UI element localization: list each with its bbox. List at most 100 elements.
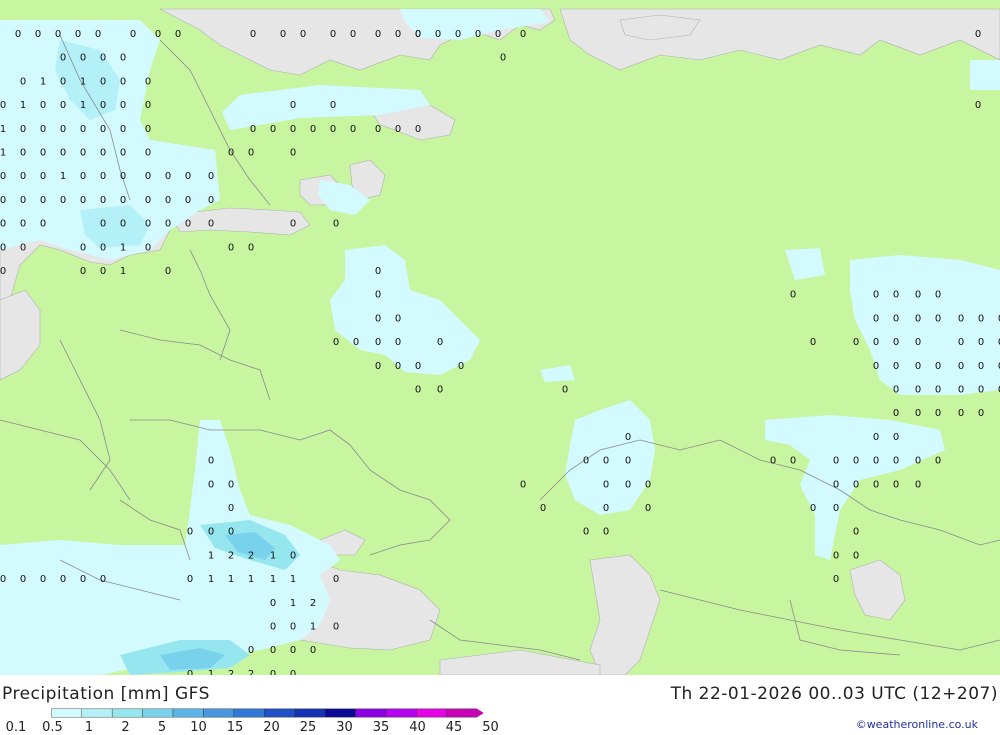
legend-swatch xyxy=(172,708,204,718)
precip-value: 0 xyxy=(145,219,151,230)
precip-value: 0 xyxy=(100,195,106,206)
precip-value: 0 xyxy=(893,456,899,467)
precip-value: 0 xyxy=(625,479,631,490)
precip-value: 0 xyxy=(120,76,126,87)
precip-value: 0 xyxy=(228,479,234,490)
precip-value: 0 xyxy=(120,171,126,182)
precip-value: 0 xyxy=(60,53,66,64)
legend-swatch xyxy=(355,708,387,718)
precip-value: 0 xyxy=(395,313,401,324)
precip-value: 0 xyxy=(833,479,839,490)
legend-swatch xyxy=(324,708,356,718)
precip-value: 0 xyxy=(603,503,609,514)
precip-value: 1 xyxy=(120,242,126,253)
precip-value: 0 xyxy=(120,219,126,230)
precip-value: 0 xyxy=(80,574,86,585)
precip-value: 0 xyxy=(250,124,256,135)
precip-value: 0 xyxy=(395,29,401,40)
precipitation-map[interactable]: 0 0 0 0 0 0 0 0 0 0 0 0 0 0 0 0 0 0 0 0 0 0 0 0 0 0 0 0 0 1 0 1 0 0 0 0 1 0 0 1… xyxy=(0,0,1000,680)
precip-value: 1 xyxy=(270,574,276,585)
precip-value: 0 xyxy=(100,148,106,159)
precip-value: 0 xyxy=(375,337,381,348)
precip-value: 0 xyxy=(0,574,6,585)
precip-value: 0 xyxy=(165,171,171,182)
precip-value: 0 xyxy=(893,479,899,490)
precip-value: 0 xyxy=(350,124,356,135)
legend-arrow xyxy=(477,708,484,718)
precip-value: 0 xyxy=(270,598,276,609)
precip-value: 0 xyxy=(645,503,651,514)
precip-value: 0 xyxy=(40,195,46,206)
precip-value: 0 xyxy=(893,361,899,372)
precip-value: 0 xyxy=(80,242,86,253)
precip-value: 0 xyxy=(330,29,336,40)
precip-value: 0 xyxy=(333,219,339,230)
precip-value: 1 xyxy=(60,171,66,182)
precip-value: 0 xyxy=(833,503,839,514)
precip-value: 0 xyxy=(375,124,381,135)
precip-value: 0 xyxy=(893,385,899,396)
precip-value: 0 xyxy=(60,76,66,87)
precip-value: 0 xyxy=(208,527,214,538)
precip-value: 0 xyxy=(958,385,964,396)
legend-swatch xyxy=(203,708,235,718)
precip-value: 0 xyxy=(80,195,86,206)
precip-value: 1 xyxy=(290,598,296,609)
precip-value: 0 xyxy=(100,53,106,64)
precip-value: 0 xyxy=(437,337,443,348)
precip-value: 0 xyxy=(290,100,296,111)
precip-value: 1 xyxy=(0,124,6,135)
precip-value: 0 xyxy=(975,100,981,111)
precip-value: 0 xyxy=(873,432,879,443)
precip-value: 0 xyxy=(100,266,106,277)
precip-value: 1 xyxy=(290,574,296,585)
precip-value: 0 xyxy=(40,219,46,230)
precip-value: 0 xyxy=(978,408,984,419)
precip-value: 0 xyxy=(145,242,151,253)
precip-value: 0 xyxy=(935,456,941,467)
precip-value: 0 xyxy=(893,337,899,348)
precip-value: 0 xyxy=(208,479,214,490)
precip-value: 0 xyxy=(60,195,66,206)
precip-value: 0 xyxy=(853,550,859,561)
precip-value: 0 xyxy=(935,385,941,396)
precip-value: 0 xyxy=(520,29,526,40)
legend-swatch xyxy=(51,708,82,718)
precip-value: 0 xyxy=(155,29,161,40)
precip-value: 0 xyxy=(75,29,81,40)
precip-value: 2 xyxy=(228,550,234,561)
precip-value: 0 xyxy=(603,479,609,490)
precip-value: 0 xyxy=(475,29,481,40)
precip-value: 0 xyxy=(290,550,296,561)
precip-value: 0 xyxy=(415,29,421,40)
precip-value: 0 xyxy=(520,479,526,490)
precip-value: 0 xyxy=(375,313,381,324)
precip-value: 0 xyxy=(248,242,254,253)
precip-value: 0 xyxy=(935,313,941,324)
precip-value: 0 xyxy=(395,361,401,372)
precip-value: 1 xyxy=(208,574,214,585)
precip-value: 0 xyxy=(145,171,151,182)
legend-swatch xyxy=(264,708,295,718)
precip-value: 0 xyxy=(375,266,381,277)
credit-link[interactable]: ©weatheronline.co.uk xyxy=(856,718,978,731)
precip-value: 0 xyxy=(80,53,86,64)
precip-value: 0 xyxy=(40,171,46,182)
precip-value: 0 xyxy=(0,171,6,182)
forecast-timestamp: Th 22-01-2026 00..03 UTC (12+207) xyxy=(670,684,998,704)
precip-value: 0 xyxy=(95,29,101,40)
precip-value: 0 xyxy=(935,408,941,419)
precip-value: 0 xyxy=(333,574,339,585)
precip-value: 0 xyxy=(603,527,609,538)
legend-swatch xyxy=(111,708,143,718)
precip-value: 0 xyxy=(0,195,6,206)
precip-value: 0 xyxy=(540,503,546,514)
precip-value: 0 xyxy=(0,242,6,253)
precip-value: 0 xyxy=(893,290,899,301)
precip-value: 0 xyxy=(873,361,879,372)
precip-value: 0 xyxy=(80,148,86,159)
precip-value: 0 xyxy=(915,361,921,372)
precip-value: 0 xyxy=(40,574,46,585)
precip-value: 0 xyxy=(415,385,421,396)
precip-value: 0 xyxy=(958,313,964,324)
